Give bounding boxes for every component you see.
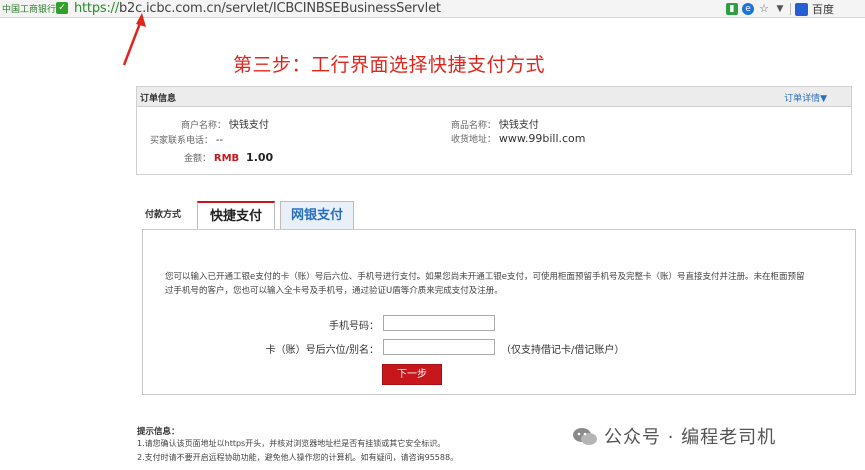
watermark-text: 公众号 · 编程老司机 bbox=[604, 427, 777, 448]
address-value: www.99bill.com bbox=[498, 132, 586, 145]
order-info-title: 订单信息 bbox=[140, 94, 177, 104]
card-label: 卡（账）号后六位/别名： bbox=[265, 345, 379, 356]
payment-method-label: 付款方式 bbox=[145, 210, 182, 220]
product-value: 快钱支付 bbox=[498, 120, 539, 131]
card-suffix-input[interactable] bbox=[383, 339, 495, 355]
buyer-phone-row: 买家联系电话： -- bbox=[150, 133, 223, 146]
next-step-button[interactable]: 下一步 bbox=[382, 364, 442, 385]
quick-pay-description: 您可以输入已开通工银e支付的卡（账）号后六位、手机号进行支付。如果您尚未开通工银… bbox=[165, 272, 805, 296]
order-info-header: 订单信息 订单详情▼ bbox=[137, 87, 851, 107]
merchant-row: 商户名称： 快钱支付 bbox=[181, 116, 269, 131]
annotation-title: 第三步：工行界面选择快捷支付方式 bbox=[233, 54, 546, 76]
merchant-label: 商户名称： bbox=[181, 121, 227, 131]
product-label: 商品名称： bbox=[451, 121, 497, 131]
buyer-phone-value: -- bbox=[215, 135, 224, 146]
phone-label: 手机号码： bbox=[329, 321, 379, 332]
tips-title: 提示信息： bbox=[137, 427, 180, 437]
address-label: 收货地址： bbox=[451, 135, 497, 145]
tip-line: 2.支付时请不要开启远程协助功能，避免他人操作您的计算机。如有疑问，请咨询955… bbox=[137, 453, 459, 462]
amount-value: 1.00 bbox=[246, 151, 274, 164]
phone-input[interactable] bbox=[383, 315, 495, 331]
screenshot-root: 中国工商银行 ✓ https://b2c.icbc.com.cn/servlet… bbox=[0, 0, 865, 470]
merchant-value: 快钱支付 bbox=[228, 120, 269, 131]
buyer-phone-label: 买家联系电话： bbox=[150, 136, 214, 146]
amount-currency: RMB bbox=[213, 153, 240, 164]
order-info-panel: 订单信息 订单详情▼ 商户名称： 快钱支付 商品名称： 快钱支付 买家联系电话：… bbox=[136, 86, 852, 175]
card-support-hint: （仅支持借记卡/借记账户） bbox=[501, 345, 625, 356]
amount-label: 金额： bbox=[184, 154, 212, 164]
address-row: 收货地址： www.99bill.com bbox=[451, 132, 586, 145]
tab-online-banking[interactable]: 网银支付 bbox=[280, 201, 354, 230]
product-row: 商品名称： 快钱支付 bbox=[451, 116, 539, 131]
amount-row: 金额： RMB 1.00 bbox=[184, 151, 273, 164]
wechat-logo-icon bbox=[573, 428, 597, 445]
quick-pay-form: 您可以输入已开通工银e支付的卡（账）号后六位、手机号进行支付。如果您尚未开通工银… bbox=[142, 229, 856, 395]
tip-line: 1.请您确认该页面地址以https开头，并核对浏览器地址栏是否有挂锁或其它安全标… bbox=[137, 439, 446, 448]
order-detail-link[interactable]: 订单详情▼ bbox=[784, 91, 827, 104]
tab-quick-pay[interactable]: 快捷支付 bbox=[197, 201, 275, 231]
watermark: 公众号 · 编程老司机 bbox=[572, 422, 776, 450]
